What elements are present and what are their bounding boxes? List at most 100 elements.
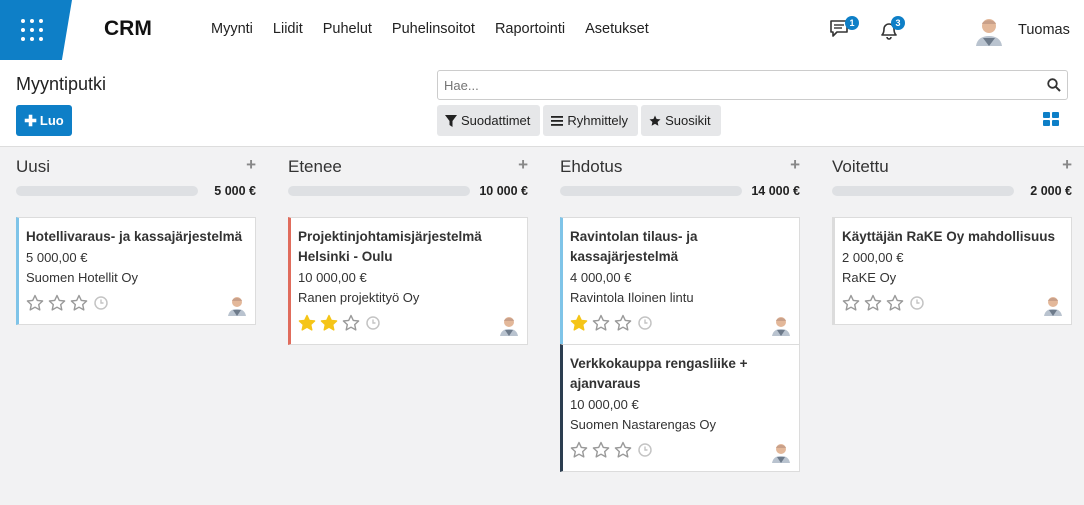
star-filled-icon[interactable] (570, 314, 588, 332)
filters-button-label: Suodattimet (461, 113, 531, 128)
page-title: Myyntiputki (16, 74, 107, 94)
star-outline-icon[interactable] (592, 314, 610, 332)
column-progress-bar[interactable] (288, 186, 470, 196)
star-outline-icon[interactable] (592, 441, 610, 459)
opportunity-card[interactable]: Ravintolan tilaus- ja kassajärjestelmä 4 … (560, 217, 800, 345)
priority-stars (842, 292, 1063, 314)
menu-item-raportointi[interactable]: Raportointi (495, 21, 565, 37)
opportunity-card[interactable]: Verkkokauppa rengasliike + ajanvaraus 10 … (560, 344, 800, 472)
clock-icon[interactable] (638, 316, 652, 330)
star-outline-icon[interactable] (570, 441, 588, 459)
card-title: Hotellivaraus- ja kassajärjestelmä (26, 229, 243, 244)
control-panel: Myyntiputki ✚ Luo Suodattimet Ryhmittely… (0, 60, 1084, 147)
salesperson-avatar[interactable] (771, 441, 791, 463)
menu-item-puhelinsoitot[interactable]: Puhelinsoitot (392, 21, 475, 37)
column-title: Uusi (16, 157, 51, 176)
top-navbar: CRM Myynti Liidit Puhelut Puhelinsoitot … (0, 0, 1084, 60)
salesperson-avatar[interactable] (771, 314, 791, 336)
salesperson-avatar[interactable] (499, 314, 519, 336)
star-outline-icon[interactable] (886, 294, 904, 312)
card-title: Käyttäjän RaKE Oy mahdollisuus (842, 229, 1056, 244)
card-amount: 10 000,00 € (570, 397, 639, 412)
favorites-button[interactable]: Suosikit (641, 105, 721, 136)
create-button[interactable]: ✚ Luo (16, 105, 72, 136)
column-add-icon[interactable]: + (1062, 155, 1072, 175)
search-input[interactable] (438, 71, 1028, 99)
grid-icon (21, 19, 43, 41)
priority-stars (298, 312, 519, 334)
kanban-view-icon[interactable] (1043, 112, 1059, 126)
clock-icon[interactable] (638, 443, 652, 457)
star-outline-icon[interactable] (70, 294, 88, 312)
search-options: Suodattimet Ryhmittely Suosikit (437, 105, 721, 136)
clock-icon[interactable] (366, 316, 380, 330)
kanban-column-ehdotus: Ehdotus + 14 000 € Ravintolan tilaus- ja… (560, 147, 800, 472)
clock-icon[interactable] (94, 296, 108, 310)
card-company: RaKE Oy (842, 270, 897, 285)
card-title: Ravintolan tilaus- ja kassajärjestelmä (570, 229, 698, 264)
card-company: Ranen projektityö Oy (298, 290, 420, 305)
user-name: Tuomas (1018, 22, 1070, 38)
column-add-icon[interactable]: + (246, 155, 256, 175)
menu-item-asetukset[interactable]: Asetukset (585, 21, 649, 37)
column-total: 10 000 € (479, 184, 528, 198)
card-footer (570, 439, 791, 463)
menu-item-puhelut[interactable]: Puhelut (323, 21, 372, 37)
column-title: Ehdotus (560, 157, 623, 176)
card-footer (298, 312, 519, 336)
opportunity-card[interactable]: Projektinjohtamisjärjestelmä Helsinki - … (288, 217, 528, 345)
star-outline-icon[interactable] (26, 294, 44, 312)
user-menu[interactable]: Tuomas (974, 14, 1070, 46)
column-progress-bar[interactable] (832, 186, 1014, 196)
group-by-button[interactable]: Ryhmittely (543, 105, 639, 136)
opportunity-card[interactable]: Käyttäjän RaKE Oy mahdollisuus 2 000,00 €… (832, 217, 1072, 325)
apps-menu-button[interactable] (0, 0, 72, 60)
star-filled-icon[interactable] (320, 314, 338, 332)
priority-stars (570, 439, 791, 461)
column-add-icon[interactable]: + (790, 155, 800, 175)
column-cards: Käyttäjän RaKE Oy mahdollisuus 2 000,00 €… (832, 217, 1072, 325)
column-total: 5 000 € (214, 184, 256, 198)
star-outline-icon[interactable] (864, 294, 882, 312)
salesperson-avatar[interactable] (227, 294, 247, 316)
column-total: 2 000 € (1030, 184, 1072, 198)
filters-button[interactable]: Suodattimet (437, 105, 541, 136)
column-progress-bar[interactable] (560, 186, 742, 196)
user-avatar (974, 14, 1004, 46)
star-outline-icon[interactable] (614, 441, 632, 459)
kanban-column-uusi: Uusi + 5 000 € Hotellivaraus- ja kassajä… (16, 147, 256, 325)
card-company: Suomen Hotellit Oy (26, 270, 138, 285)
salesperson-avatar[interactable] (1043, 294, 1063, 316)
column-add-icon[interactable]: + (518, 155, 528, 175)
priority-stars (26, 292, 247, 314)
menu-item-myynti[interactable]: Myynti (211, 21, 253, 37)
card-amount: 2 000,00 € (842, 250, 904, 265)
column-progress-bar[interactable] (16, 186, 198, 196)
star-outline-icon[interactable] (342, 314, 360, 332)
priority-stars (570, 312, 791, 334)
column-cards: Hotellivaraus- ja kassajärjestelmä 5 000,… (16, 217, 256, 325)
column-title: Etenee (288, 157, 342, 176)
notifications-bell-icon[interactable]: 3 (877, 16, 905, 42)
filter-icon (445, 114, 457, 127)
column-title: Voitettu (832, 157, 889, 176)
card-footer (26, 292, 247, 316)
clock-icon[interactable] (910, 296, 924, 310)
card-amount: 10 000,00 € (298, 270, 367, 285)
main-menu: Myynti Liidit Puhelut Puhelinsoitot Rapo… (211, 21, 669, 37)
kanban-column-etenee: Etenee + 10 000 € Projektinjohtamisjärje… (288, 147, 528, 345)
menu-item-liidit[interactable]: Liidit (273, 21, 303, 37)
opportunity-card[interactable]: Hotellivaraus- ja kassajärjestelmä 5 000,… (16, 217, 256, 325)
star-filled-icon[interactable] (298, 314, 316, 332)
card-footer (570, 312, 791, 336)
messages-icon[interactable]: 1 (829, 16, 859, 42)
column-cards: Ravintolan tilaus- ja kassajärjestelmä 4 … (560, 217, 800, 472)
group-by-button-label: Ryhmittely (567, 113, 629, 128)
plus-icon: ✚ (24, 112, 37, 130)
star-outline-icon[interactable] (48, 294, 66, 312)
bars-icon (551, 115, 564, 126)
kanban-column-voitettu: Voitettu + 2 000 € Käyttäjän RaKE Oy mah… (832, 147, 1072, 325)
search-icon[interactable] (1047, 78, 1061, 92)
star-outline-icon[interactable] (842, 294, 860, 312)
star-outline-icon[interactable] (614, 314, 632, 332)
